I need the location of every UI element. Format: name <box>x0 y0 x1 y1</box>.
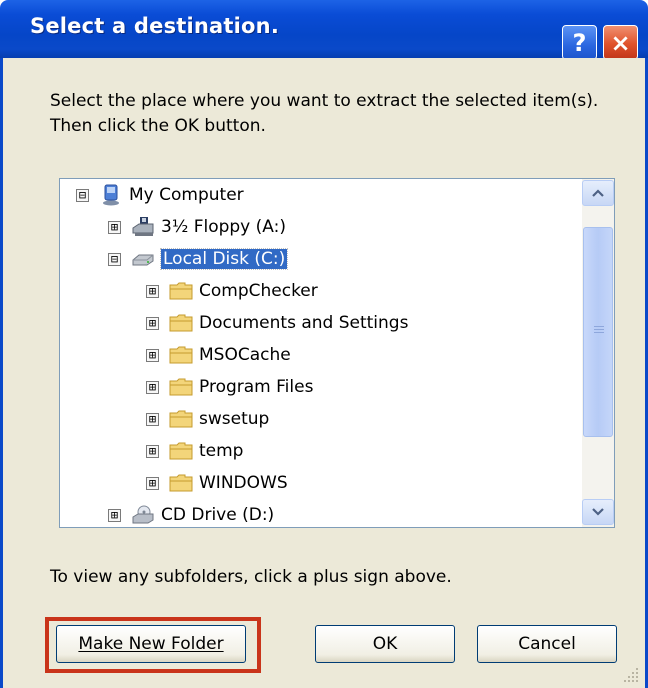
dialog-title: Select a destination. <box>30 14 280 38</box>
tree-item-msocache[interactable]: ⊞ MSOCache <box>146 341 291 369</box>
folder-icon <box>169 440 193 462</box>
tree-item-label: swsetup <box>199 409 270 429</box>
folder-icon <box>169 376 193 398</box>
tree-item-windows[interactable]: ⊞ WINDOWS <box>146 469 288 497</box>
tree-item-swsetup[interactable]: ⊞ swsetup <box>146 405 269 433</box>
expand-icon[interactable]: ⊞ <box>108 220 121 234</box>
tree-item-temp[interactable]: ⊞ temp <box>146 437 243 465</box>
floppy-drive-icon <box>131 216 155 238</box>
title-bar[interactable]: Select a destination. ? × <box>0 0 648 60</box>
expand-icon[interactable]: ⊞ <box>146 284 159 298</box>
collapse-icon[interactable]: ⊟ <box>108 252 121 266</box>
expand-icon[interactable]: ⊞ <box>108 508 121 522</box>
highlight-frame <box>45 617 261 673</box>
tree-item-label: CD Drive (D:) <box>161 505 275 525</box>
tree-item-program-files[interactable]: ⊞ Program Files <box>146 373 313 401</box>
ok-button[interactable]: OK <box>315 625 455 663</box>
folder-icon <box>169 408 193 430</box>
scroll-up-button[interactable] <box>582 180 614 206</box>
expand-icon[interactable]: ⊞ <box>146 476 159 490</box>
tree-item-local-disk[interactable]: ⊟ Local Disk (C:) <box>108 245 289 273</box>
tree-item-label: temp <box>199 441 244 461</box>
tree-item-label: Documents and Settings <box>199 313 409 333</box>
help-icon: ? <box>572 28 587 57</box>
folder-icon <box>169 472 193 494</box>
collapse-icon[interactable]: ⊟ <box>76 188 89 202</box>
tree-item-label: MSOCache <box>199 345 291 365</box>
computer-icon <box>99 184 123 206</box>
folder-icon <box>169 280 193 302</box>
hard-disk-icon <box>131 248 155 270</box>
expand-icon[interactable]: ⊞ <box>146 444 159 458</box>
scroll-thumb[interactable] <box>583 227 613 437</box>
tree-item-label: WINDOWS <box>199 473 288 493</box>
folder-tree[interactable]: ⊟ My Computer ⊞ 3½ Floppy (A:) ⊟ Local D… <box>59 178 615 528</box>
expand-icon[interactable]: ⊞ <box>146 348 159 362</box>
expand-icon[interactable]: ⊞ <box>146 412 159 426</box>
button-label: OK <box>372 634 398 654</box>
tree-scrollbar[interactable] <box>582 179 614 527</box>
cancel-button[interactable]: Cancel <box>477 625 617 663</box>
scroll-down-button[interactable] <box>582 499 614 525</box>
tree-item-documents-and-settings[interactable]: ⊞ Documents and Settings <box>146 309 408 337</box>
chevron-up-icon <box>592 189 604 197</box>
tree-item-compchecker[interactable]: ⊞ CompChecker <box>146 277 318 305</box>
tree-item-cd-drive[interactable]: ⊞ CD Drive (D:) <box>108 501 275 527</box>
folder-icon <box>169 344 193 366</box>
tree-item-floppy[interactable]: ⊞ 3½ Floppy (A:) <box>108 213 286 241</box>
subfolder-hint: To view any subfolders, click a plus sig… <box>50 567 452 587</box>
chevron-down-icon <box>592 508 604 516</box>
folder-icon <box>169 312 193 334</box>
instruction-text: Select the place where you want to extra… <box>50 91 599 136</box>
expand-icon[interactable]: ⊞ <box>146 380 159 394</box>
resize-grip-icon[interactable] <box>620 664 640 684</box>
button-label: Cancel <box>518 634 576 654</box>
tree-item-label-selected: Local Disk (C:) <box>159 248 289 270</box>
close-icon: × <box>610 28 631 57</box>
expand-icon[interactable]: ⊞ <box>146 316 159 330</box>
tree-item-label: Program Files <box>199 377 314 397</box>
tree-item-label: My Computer <box>129 185 244 205</box>
help-button[interactable]: ? <box>562 25 597 60</box>
close-button[interactable]: × <box>603 25 638 60</box>
extract-destination-dialog: Select a destination. ? × Select the pla… <box>0 0 648 688</box>
tree-item-my-computer[interactable]: ⊟ My Computer <box>76 181 244 209</box>
tree-item-label: 3½ Floppy (A:) <box>161 217 286 237</box>
cd-drive-icon <box>131 504 155 526</box>
tree-item-label: CompChecker <box>199 281 318 301</box>
